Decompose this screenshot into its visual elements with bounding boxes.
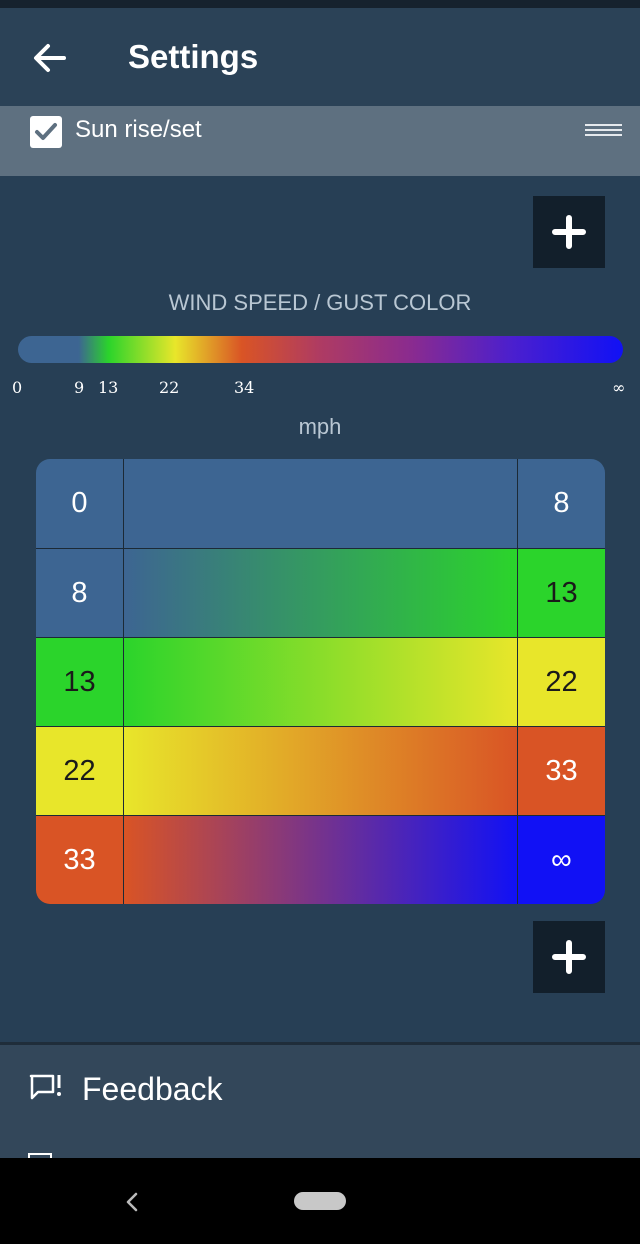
range-gradient [124, 638, 517, 726]
feedback-icon [29, 1074, 61, 1100]
settings-list: Feedback [0, 1042, 640, 1161]
color-range-row[interactable]: 22 33 [36, 726, 605, 815]
range-to-value[interactable]: ∞ [517, 816, 605, 904]
drag-handle-icon[interactable] [585, 124, 622, 138]
range-gradient [124, 459, 517, 548]
tick-label: 9 [74, 378, 85, 397]
status-bar [0, 0, 640, 8]
range-from-value[interactable]: 33 [36, 816, 124, 904]
range-to-value[interactable]: 8 [517, 459, 605, 548]
color-range-row[interactable]: 13 22 [36, 637, 605, 726]
app-bar: Settings [0, 8, 640, 106]
range-from-value[interactable]: 0 [36, 459, 124, 548]
sun-rise-set-row[interactable]: Sun rise/set [0, 106, 640, 176]
check-icon [35, 123, 57, 140]
tick-label: 22 [159, 378, 180, 397]
color-range-row[interactable]: 8 13 [36, 548, 605, 637]
system-nav-bar [0, 1158, 640, 1244]
feedback-item[interactable]: Feedback [0, 1063, 640, 1119]
wind-color-settings: WIND SPEED / GUST COLOR 0 9 13 22 34 ∞ m… [0, 176, 640, 1042]
range-to-value[interactable]: 13 [517, 549, 605, 637]
range-gradient [124, 816, 517, 904]
range-to-value[interactable]: 22 [517, 638, 605, 726]
add-range-bottom-button[interactable] [533, 921, 605, 993]
unit-label: mph [298, 414, 342, 439]
back-button[interactable] [26, 34, 74, 82]
plus-icon [552, 215, 586, 249]
page-title: Settings [128, 38, 259, 75]
wind-gradient-bar [18, 336, 623, 363]
sun-rise-set-checkbox[interactable] [30, 116, 62, 148]
tick-label: ∞ [612, 378, 626, 397]
feedback-label: Feedback [82, 1071, 223, 1107]
sun-rise-set-label: Sun rise/set [75, 116, 202, 143]
range-gradient [124, 549, 517, 637]
plus-icon [552, 940, 586, 974]
color-range-row[interactable]: 33 ∞ [36, 815, 605, 904]
range-gradient [124, 727, 517, 815]
range-from-value[interactable]: 8 [36, 549, 124, 637]
legend-title: WIND SPEED / GUST COLOR [168, 290, 472, 315]
tick-label: 0 [12, 378, 23, 397]
tick-label: 34 [234, 378, 255, 397]
color-range-row[interactable]: 0 8 [36, 459, 605, 548]
range-from-value[interactable]: 22 [36, 727, 124, 815]
add-range-top-button[interactable] [533, 196, 605, 268]
tick-label: 13 [98, 378, 119, 397]
color-range-table: 0 8 8 13 13 22 22 33 33 ∞ [36, 459, 605, 904]
range-to-value[interactable]: 33 [517, 727, 605, 815]
chevron-left-icon[interactable] [118, 1182, 148, 1222]
range-from-value[interactable]: 13 [36, 638, 124, 726]
home-pill-icon[interactable] [294, 1192, 346, 1210]
arrow-left-icon [34, 44, 66, 72]
